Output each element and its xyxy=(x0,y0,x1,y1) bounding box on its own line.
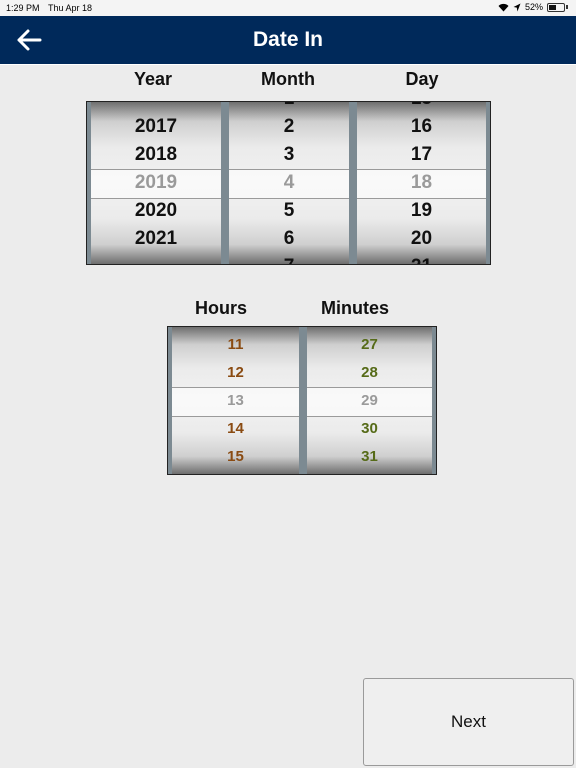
wheel-row[interactable]: 1 xyxy=(229,102,349,113)
wheel-row[interactable]: 3 xyxy=(229,141,349,169)
wheel-row[interactable]: 2018 xyxy=(91,141,221,169)
minutes-wheel[interactable]: 27 28 29 30 31 xyxy=(303,327,436,474)
battery-tip xyxy=(566,5,568,9)
wheel-row[interactable]: 31 xyxy=(307,443,432,471)
date-picker: 20172018201920202021 1234567 15161718192… xyxy=(86,101,491,265)
wheel-row[interactable]: 20 xyxy=(357,225,486,253)
day-wheel[interactable]: 15161718192021 xyxy=(353,102,490,264)
year-header: Year xyxy=(133,69,173,89)
year-wheel[interactable]: 2017 2018 2019 2020 2021 xyxy=(87,102,225,264)
wheel-row[interactable]: 28 xyxy=(307,359,432,387)
wheel-row[interactable]: 16 xyxy=(357,113,486,141)
battery-icon xyxy=(547,2,565,12)
wheel-row[interactable]: 13 xyxy=(172,387,299,415)
time-picker: 11 12 13 14 15 27 28 29 30 31 xyxy=(167,326,437,475)
wheel-row[interactable]: 14 xyxy=(172,415,299,443)
status-date: Thu Apr 18 xyxy=(48,3,93,13)
page-title: Date In xyxy=(252,28,323,51)
wheel-row[interactable]: 7 xyxy=(229,253,349,264)
wheel-row[interactable]: 2020 xyxy=(91,197,221,225)
nav-bar: Date In xyxy=(0,16,576,65)
day-header: Day xyxy=(405,69,439,89)
wheel-row[interactable]: 15 xyxy=(172,443,299,471)
status-bar: 1:29 PM Thu Apr 18 52% xyxy=(0,0,576,16)
wheel-row[interactable]: 27 xyxy=(307,331,432,359)
hours-header: Hours xyxy=(194,298,247,318)
wheel-row[interactable]: 2019 xyxy=(91,169,221,197)
month-header: Month xyxy=(261,69,315,89)
wheel-row[interactable]: 17 xyxy=(357,141,486,169)
wheel-row[interactable]: 4 xyxy=(229,169,349,197)
wheel-row[interactable]: 6 xyxy=(229,225,349,253)
status-time: 1:29 PM xyxy=(6,3,40,13)
wheel-row[interactable]: 5 xyxy=(229,197,349,225)
hours-wheel[interactable]: 11 12 13 14 15 xyxy=(168,327,303,474)
wheel-row[interactable]: 2 xyxy=(229,113,349,141)
wheel-row[interactable]: 19 xyxy=(357,197,486,225)
wheel-row[interactable]: 30 xyxy=(307,415,432,443)
location-arrow-icon xyxy=(513,3,521,11)
wheel-row[interactable]: 21 xyxy=(357,253,486,264)
status-right: 52% xyxy=(498,2,568,12)
minutes-header: Minutes xyxy=(320,298,389,318)
wheel-row[interactable]: 11 xyxy=(172,331,299,359)
wheel-row[interactable]: 12 xyxy=(172,359,299,387)
wheel-row[interactable]: 15 xyxy=(357,102,486,113)
wheel-row[interactable]: 2021 xyxy=(91,225,221,253)
month-wheel[interactable]: 1234567 xyxy=(225,102,353,264)
wheel-row[interactable]: 2017 xyxy=(91,113,221,141)
wheel-row[interactable]: 29 xyxy=(307,387,432,415)
wheel-row[interactable]: 18 xyxy=(357,169,486,197)
battery-percent: 52% xyxy=(524,2,543,12)
wifi-icon xyxy=(498,3,509,11)
next-button[interactable]: Next xyxy=(363,678,574,766)
